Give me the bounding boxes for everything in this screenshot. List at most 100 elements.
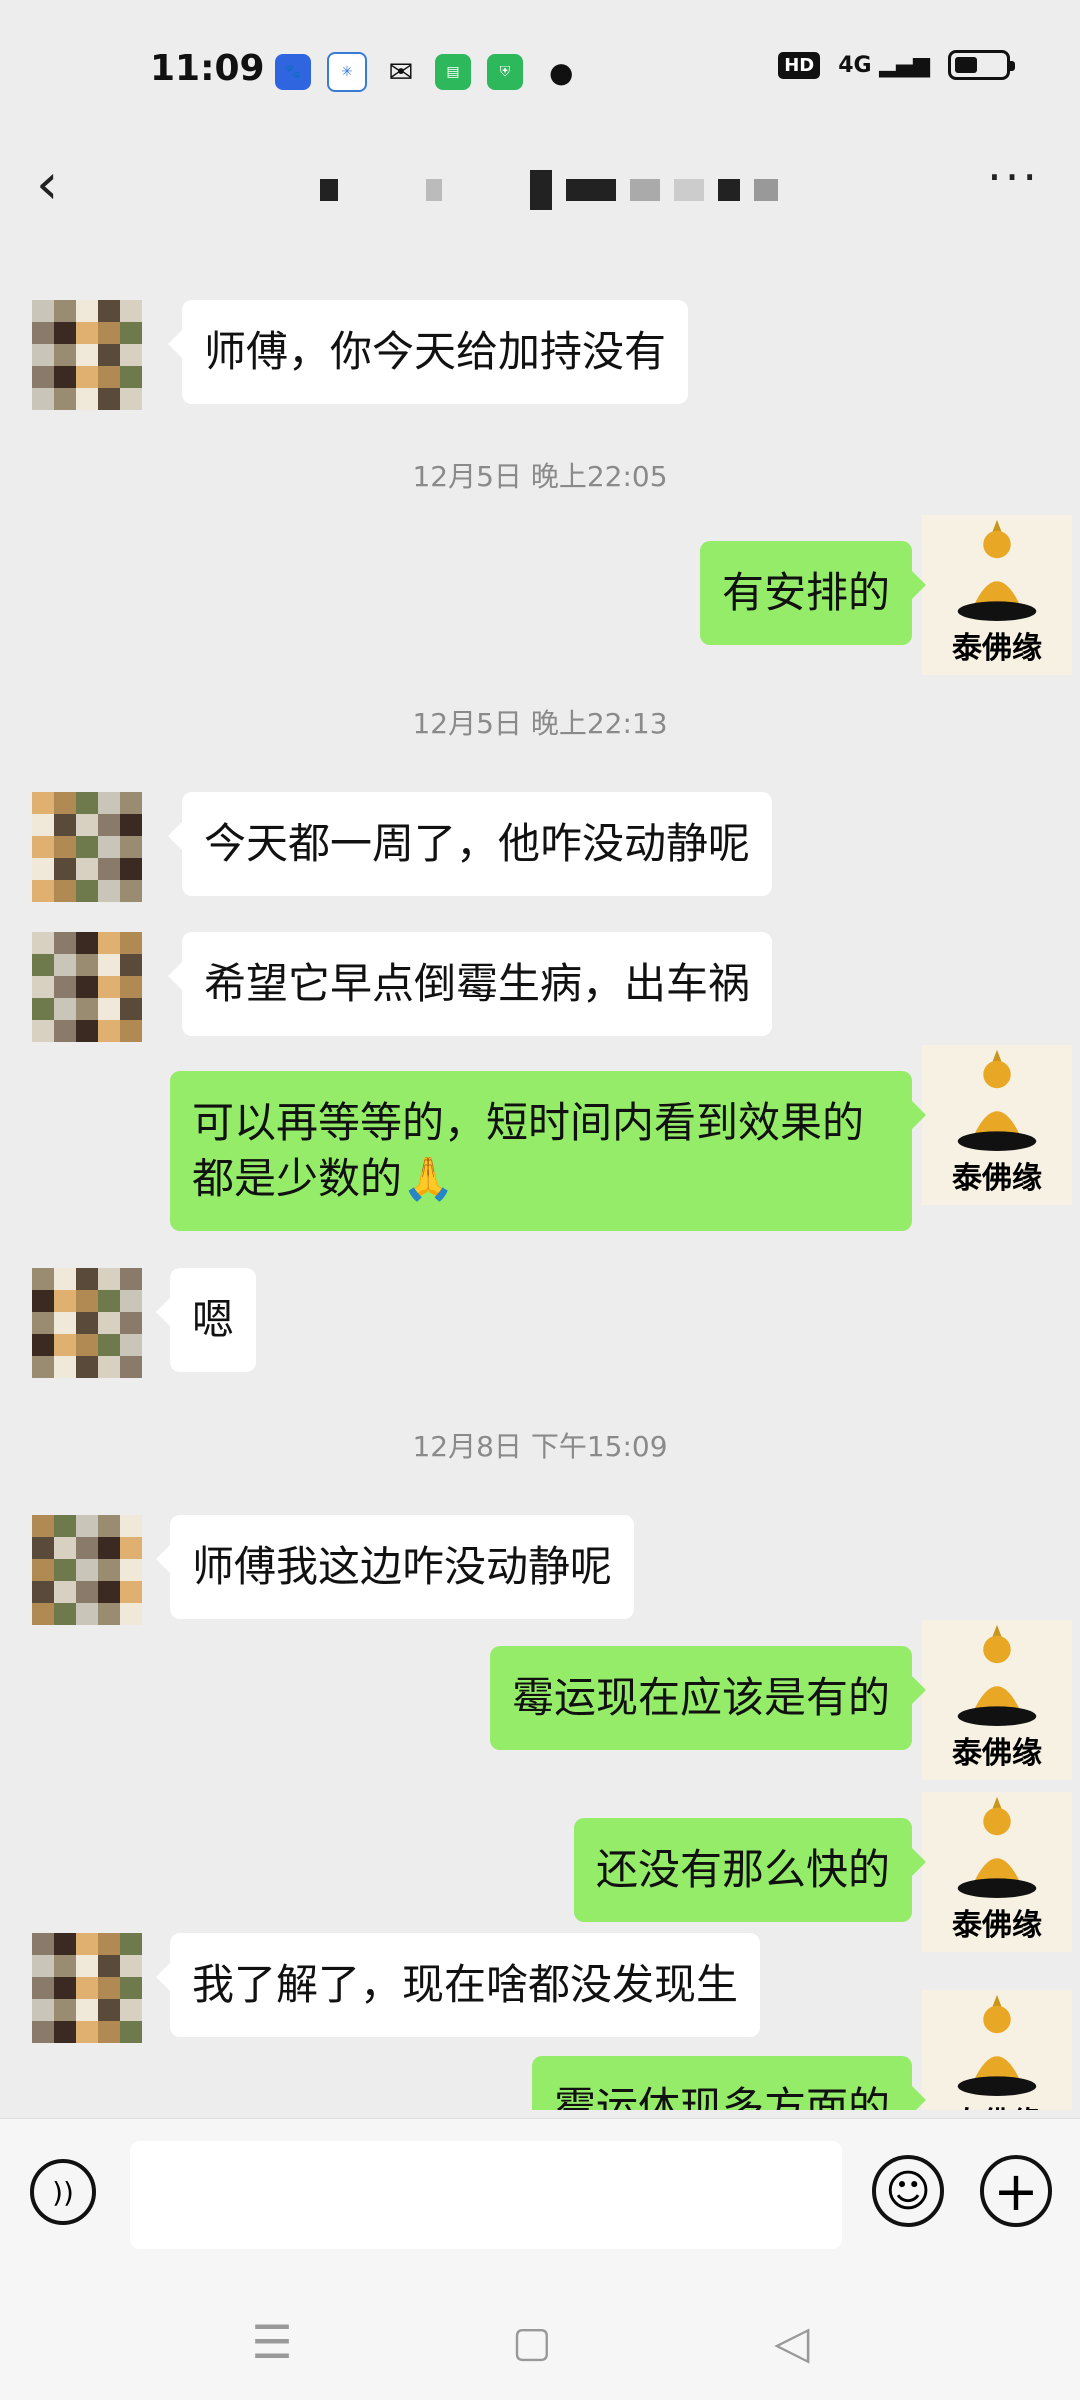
avatar-pixel (54, 1977, 76, 1999)
message-bubble-outgoing[interactable]: 可以再等等的，短时间内看到效果的都是少数的🙏 (170, 1071, 926, 1231)
avatar-pixel (54, 998, 76, 1020)
avatar-pixel (98, 932, 120, 954)
avatar-pixel (54, 366, 76, 388)
avatar-pixel (98, 1334, 120, 1356)
avatar-pixel (98, 880, 120, 902)
message-bubble-outgoing[interactable]: 还没有那么快的 (573, 1818, 927, 1922)
avatar-pixel (120, 814, 142, 836)
status-app-icons: 🐾 ✳ ✉ ▤ ⛨ ● (275, 52, 573, 92)
timestamp: 12月5日 晚上22:05 (412, 460, 668, 493)
message-bubble-outgoing[interactable]: 霉运体现多方面的 (531, 2056, 927, 2110)
avatar-pixel (98, 1955, 120, 1977)
avatar-pixel (98, 1268, 120, 1290)
status-bar: 11:09 🐾 ✳ ✉ ▤ ⛨ ● HD 4G ▂▄▆ (0, 0, 1080, 140)
message-bubble-incoming[interactable]: 师傅我这边咋没动静呢 (155, 1515, 635, 1619)
message-bubble-outgoing[interactable]: 有安排的 (699, 541, 927, 645)
avatar-pixel (76, 998, 98, 1020)
avatar-pixel (32, 1999, 54, 2021)
plus-icon[interactable]: + (980, 2155, 1052, 2227)
avatar-pixel (76, 2021, 98, 2043)
message-bubble-incoming[interactable]: 嗯 (155, 1268, 257, 1372)
avatar-pixel (76, 1581, 98, 1603)
avatar-pixel (32, 322, 54, 344)
message-bubble-incoming[interactable]: 今天都一周了，他咋没动静呢 (167, 792, 773, 896)
avatar-pixel (98, 1537, 120, 1559)
avatar-pixel (98, 1581, 120, 1603)
contact-avatar[interactable] (32, 300, 142, 410)
avatar-pixel (98, 1559, 120, 1581)
message-bubble-incoming[interactable]: 我了解了，现在啥都没发现生 (155, 1933, 761, 2037)
avatar-pixel (120, 1290, 142, 1312)
emoji-icon[interactable]: ☺ (872, 2155, 944, 2227)
avatar-pixel (54, 1312, 76, 1334)
avatar-pixel (98, 300, 120, 322)
avatar-pixel (98, 1999, 120, 2021)
avatar-pixel (98, 1290, 120, 1312)
contact-avatar[interactable] (32, 1268, 142, 1378)
avatar-pixel (120, 1537, 142, 1559)
my-avatar[interactable]: 泰佛缘 (922, 1620, 1072, 1780)
my-avatar[interactable]: 泰佛缘 (922, 1990, 1072, 2110)
avatar-pixel (32, 880, 54, 902)
avatar-pixel (54, 1537, 76, 1559)
buddha-icon (957, 1994, 1037, 2097)
contact-avatar[interactable] (32, 932, 142, 1042)
security-icon: ⛨ (487, 54, 523, 90)
avatar-pixel (76, 1356, 98, 1378)
avatar-pixel (120, 322, 142, 344)
avatar-pixel (54, 932, 76, 954)
voice-icon[interactable]: )) (30, 2159, 96, 2225)
message-bubble-incoming[interactable]: 希望它早点倒霉生病，出车祸 (167, 932, 773, 1036)
avatar-pixel (32, 954, 54, 976)
message-list[interactable]: 师傅，你今天给加持没有 12月5日 晚上22:05 泰佛缘 有安排的 12月5日… (0, 250, 1080, 2110)
avatar-pixel (120, 998, 142, 1020)
my-avatar[interactable]: 泰佛缘 (922, 1045, 1072, 1205)
avatar-pixel (54, 1290, 76, 1312)
avatar-pixel (54, 1515, 76, 1537)
avatar-pixel (76, 932, 98, 954)
avatar-pixel (32, 388, 54, 410)
avatar-pixel (98, 998, 120, 1020)
avatar-pixel (54, 814, 76, 836)
avatar-pixel (32, 814, 54, 836)
message-bubble-outgoing[interactable]: 霉运现在应该是有的 (489, 1646, 927, 1750)
avatar-pixel (54, 880, 76, 902)
avatar-pixel (32, 836, 54, 858)
home-icon[interactable]: ▢ (502, 2312, 562, 2372)
avatar-pixel (54, 954, 76, 976)
avatar-pixel (76, 1537, 98, 1559)
avatar-pixel (32, 1268, 54, 1290)
avatar-pixel (32, 976, 54, 998)
avatar-pixel (76, 880, 98, 902)
my-avatar[interactable]: 泰佛缘 (922, 1792, 1072, 1952)
avatar-pixel (76, 300, 98, 322)
avatar-pixel (120, 1356, 142, 1378)
message-bubble-incoming[interactable]: 师傅，你今天给加持没有 (167, 300, 689, 404)
buddha-icon (957, 1796, 1037, 1899)
avatar-pixel (98, 954, 120, 976)
avatar-pixel (32, 1977, 54, 1999)
message-input[interactable] (130, 2141, 842, 2249)
avatar-pixel (76, 1290, 98, 1312)
nav-back-icon[interactable]: ◁ (762, 2312, 822, 2372)
more-dots-icon[interactable]: ··· (987, 150, 1040, 204)
contact-avatar[interactable] (32, 792, 142, 902)
avatar-pixel (32, 1537, 54, 1559)
signal-icon: 4G ▂▄▆ (838, 52, 930, 78)
avatar-pixel (32, 1290, 54, 1312)
avatar-pixel (32, 1955, 54, 1977)
avatar-pixel (76, 1334, 98, 1356)
avatar-pixel (120, 880, 142, 902)
avatar-pixel (98, 1515, 120, 1537)
menu-icon[interactable]: ☰ (242, 2312, 302, 2372)
avatar-pixel (54, 300, 76, 322)
contact-avatar[interactable] (32, 1515, 142, 1625)
avatar-pixel (76, 792, 98, 814)
avatar-pixel (98, 814, 120, 836)
avatar-pixel (76, 858, 98, 880)
contact-avatar[interactable] (32, 1933, 142, 2043)
battery-icon (948, 50, 1015, 80)
chevron-left-icon[interactable]: ‹ (36, 152, 96, 232)
avatar-pixel (120, 836, 142, 858)
my-avatar[interactable]: 泰佛缘 (922, 515, 1072, 675)
